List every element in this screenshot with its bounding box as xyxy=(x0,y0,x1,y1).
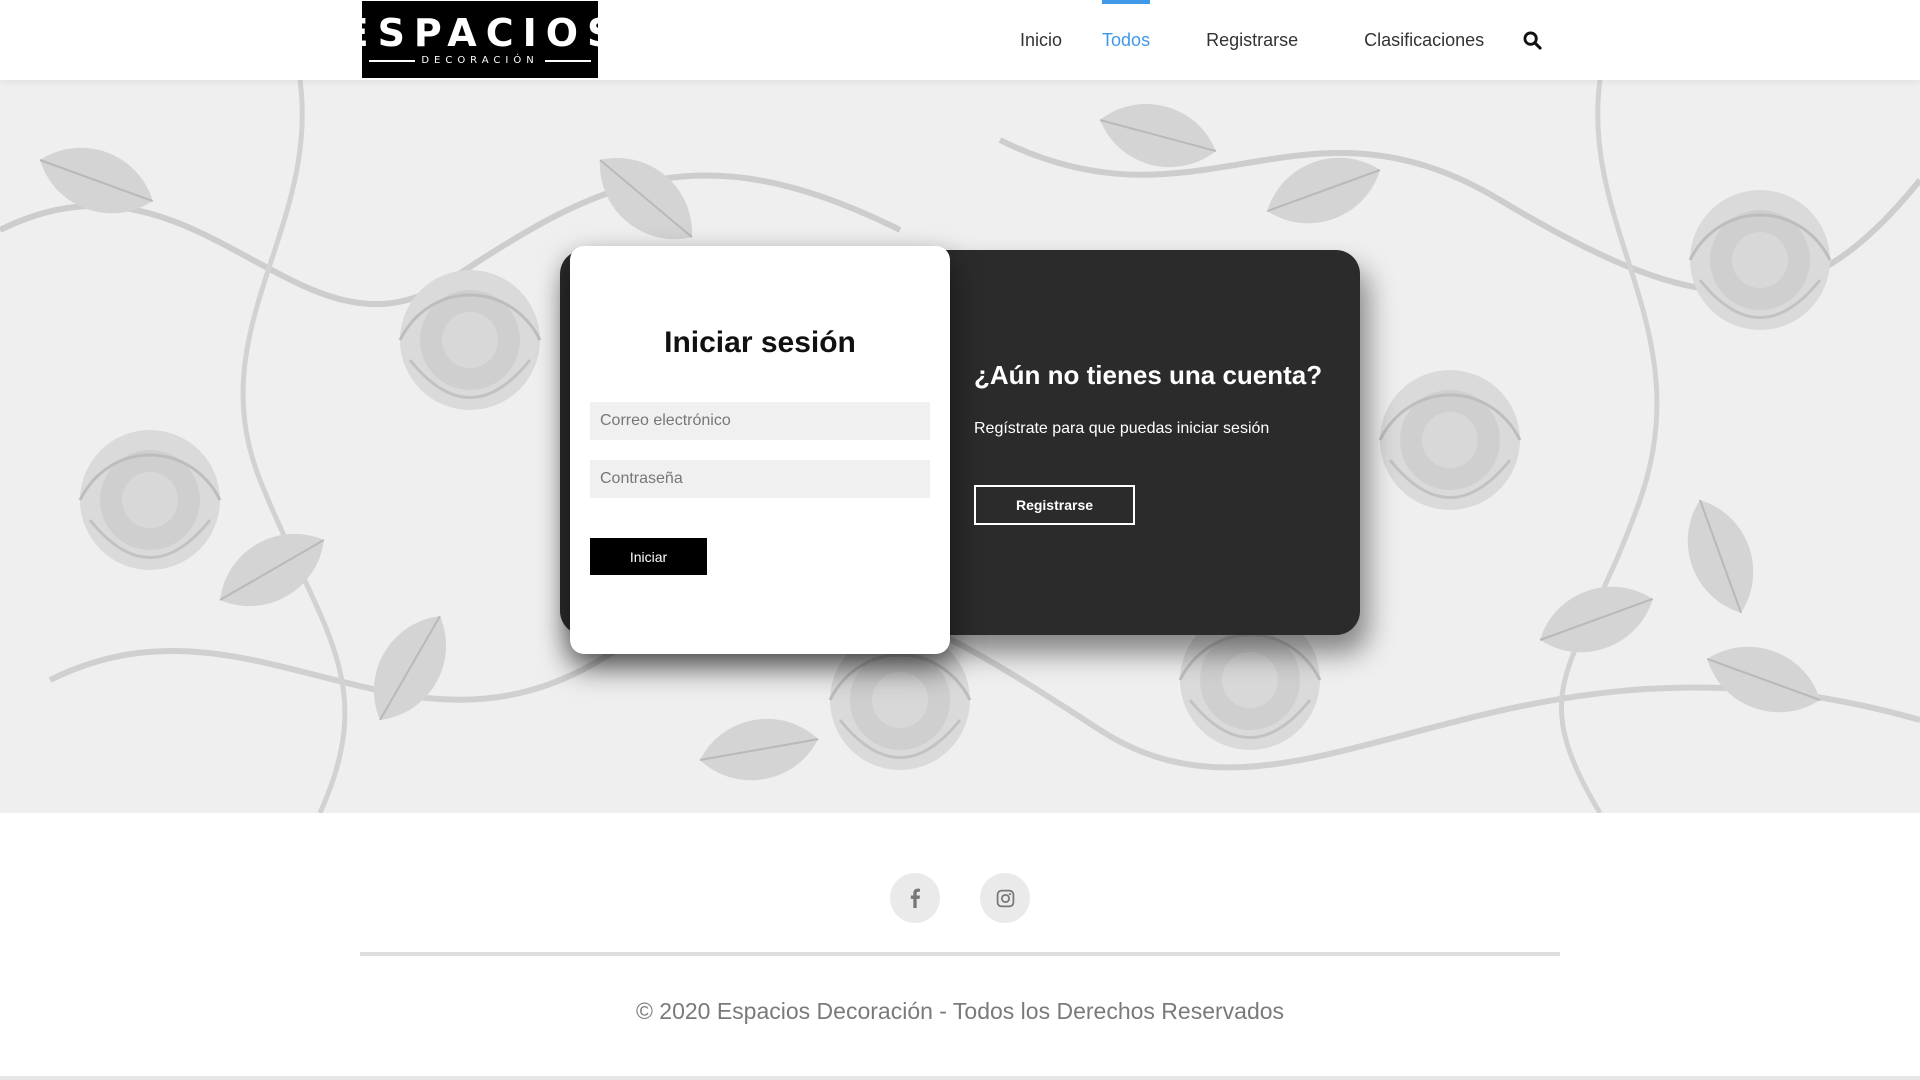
main-nav: Inicio Todos Registrarse Clasificaciones xyxy=(1000,0,1552,80)
email-input[interactable] xyxy=(590,402,930,440)
bottom-pattern-strip xyxy=(0,1076,1920,1080)
instagram-icon xyxy=(996,889,1014,907)
nav-item-todos[interactable]: Todos xyxy=(1082,0,1170,80)
brand-tagline-row: DECORACIÓN xyxy=(369,55,591,66)
password-input[interactable] xyxy=(590,460,930,498)
logo-divider xyxy=(544,59,591,62)
footer-divider xyxy=(360,952,1560,956)
site-header: ESPACIOS DECORACIÓN Inicio Todos Registr… xyxy=(0,0,1920,80)
nav-item-clasificaciones[interactable]: Clasificaciones xyxy=(1344,0,1504,80)
search-icon xyxy=(1523,30,1542,50)
hero-section: Iniciar sesión Iniciar ¿Aún no tienes un… xyxy=(0,80,1920,813)
brand-tagline: DECORACIÓN xyxy=(421,55,539,66)
signup-button[interactable]: Registrarse xyxy=(974,485,1135,525)
facebook-link[interactable] xyxy=(890,873,940,923)
login-title: Iniciar sesión xyxy=(664,326,856,359)
nav-item-inicio[interactable]: Inicio xyxy=(1000,0,1082,80)
instagram-link[interactable] xyxy=(980,873,1030,923)
facebook-icon xyxy=(910,888,920,908)
signup-text: Regístrate para que puedas iniciar sesió… xyxy=(974,420,1270,437)
brand-name: ESPACIOS xyxy=(342,11,624,55)
signup-title: ¿Aún no tienes una cuenta? xyxy=(974,360,1323,390)
logo-divider xyxy=(369,59,416,62)
login-button[interactable]: Iniciar xyxy=(590,538,707,575)
login-card: Iniciar sesión Iniciar xyxy=(570,246,950,654)
brand-logo[interactable]: ESPACIOS DECORACIÓN xyxy=(343,1,614,78)
nav-item-registrarse[interactable]: Registrarse xyxy=(1186,0,1318,80)
search-button[interactable] xyxy=(1512,20,1552,60)
site-footer: © 2020 Espacios Decoración - Todos los D… xyxy=(0,813,1920,1076)
copyright-text: © 2020 Espacios Decoración - Todos los D… xyxy=(635,998,1285,1024)
